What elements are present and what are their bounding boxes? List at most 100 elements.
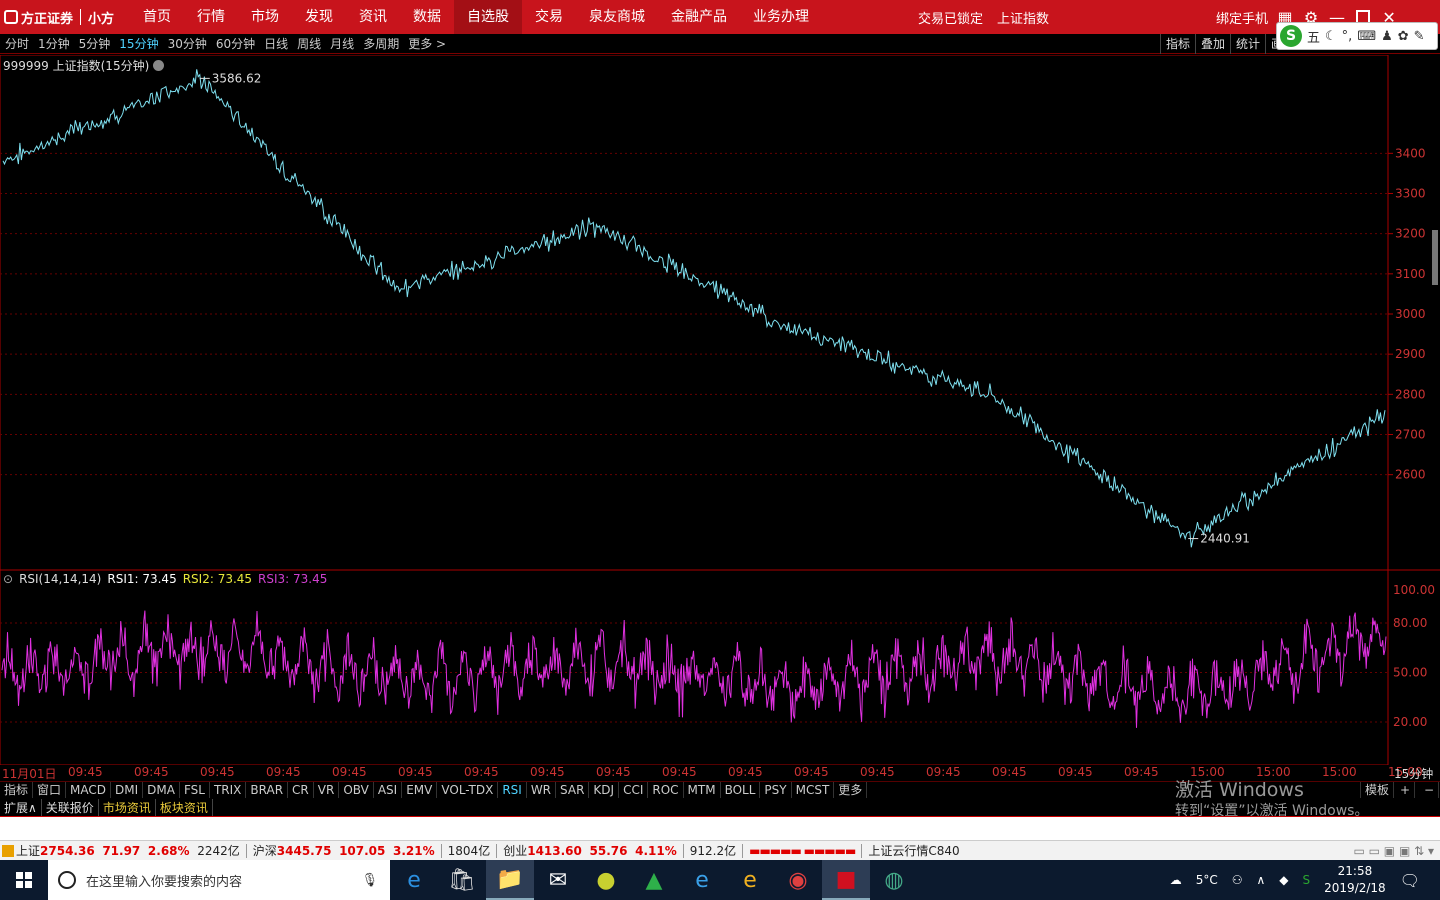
nav-mall[interactable]: 泉友商城 xyxy=(576,0,658,34)
nav-watchlist[interactable]: 自选股 xyxy=(454,0,522,34)
nav-trade[interactable]: 交易 xyxy=(522,0,576,34)
clock[interactable]: 21:58 2019/2/18 xyxy=(1324,863,1386,897)
indicator-button[interactable]: 指标 xyxy=(1160,34,1195,54)
template-button[interactable]: 模板 xyxy=(1360,782,1395,798)
windows-start-icon[interactable] xyxy=(0,860,48,900)
nav-quotes[interactable]: 行情 xyxy=(184,0,238,34)
status-tool-icons[interactable]: ▭ ▭ ▣ ▣ ⇅ ▾ xyxy=(1353,844,1434,858)
user-icon[interactable]: ♟ xyxy=(1381,29,1393,44)
ind-macd[interactable]: MACD xyxy=(66,782,112,798)
ind-rsi[interactable]: RSI xyxy=(498,782,527,798)
period-monthly[interactable]: 月线 xyxy=(325,35,358,52)
minus-icon[interactable]: − xyxy=(1420,782,1440,798)
ind-kdj[interactable]: KDJ xyxy=(589,782,620,798)
chevron-up-icon[interactable]: ∧ xyxy=(1257,873,1266,887)
ext-related[interactable]: 关联报价 xyxy=(42,798,99,816)
nav-finance[interactable]: 金融产品 xyxy=(658,0,740,34)
cloud-quote-label[interactable]: 上证云行情C840 xyxy=(868,842,959,859)
status-icon[interactable] xyxy=(2,844,14,857)
stats-button[interactable]: 统计 xyxy=(1230,34,1265,54)
ind-boll[interactable]: BOLL xyxy=(721,782,761,798)
cy-label[interactable]: 创业 xyxy=(503,842,527,859)
settings-circle-icon[interactable] xyxy=(153,60,165,71)
ind-vr[interactable]: VR xyxy=(314,782,340,798)
sogou-tray-icon[interactable]: S xyxy=(1303,873,1311,887)
edge-icon[interactable]: e xyxy=(390,860,438,900)
ext-expand[interactable]: 扩展∧ xyxy=(0,798,42,816)
ext-sector-news[interactable]: 板块资讯 xyxy=(156,798,213,816)
people-icon[interactable]: ⚇ xyxy=(1232,873,1243,887)
ie-icon[interactable]: e xyxy=(678,860,726,900)
nav-business[interactable]: 业务办理 xyxy=(740,0,822,34)
period-60min[interactable]: 60分钟 xyxy=(211,35,259,52)
ind-window[interactable]: 窗口 xyxy=(33,782,67,798)
period-more[interactable]: 更多 > xyxy=(403,35,450,52)
ind-fsl[interactable]: FSL xyxy=(180,782,210,798)
tool-icon[interactable]: ✎ xyxy=(1414,29,1425,44)
sogou-icon[interactable]: S xyxy=(1280,25,1302,47)
ext-market-news[interactable]: 市场资讯 xyxy=(99,798,156,816)
ind-asi[interactable]: ASI xyxy=(374,782,403,798)
ime-mode[interactable]: 五 xyxy=(1307,27,1320,46)
store-icon[interactable]: 🛍 xyxy=(438,860,486,900)
explorer-icon[interactable]: 📁 xyxy=(486,860,534,900)
weather-text[interactable]: 5°C xyxy=(1196,873,1218,887)
period-15min[interactable]: 15分钟 xyxy=(114,35,162,52)
period-5min[interactable]: 5分钟 xyxy=(74,35,115,52)
moon-icon[interactable]: ☾ xyxy=(1325,29,1337,44)
ind-roc[interactable]: ROC xyxy=(648,782,684,798)
ind-wr[interactable]: WR xyxy=(527,782,557,798)
period-multi[interactable]: 多周期 xyxy=(358,35,403,52)
nav-data[interactable]: 数据 xyxy=(400,0,454,34)
mic-icon[interactable]: 🎙 xyxy=(361,873,378,888)
ind-vol-tdx[interactable]: VOL-TDX xyxy=(437,782,499,798)
period-1min[interactable]: 1分钟 xyxy=(33,35,74,52)
nav-market[interactable]: 市场 xyxy=(238,0,292,34)
taskbar-search[interactable]: 在这里输入你要搜索的内容 🎙 xyxy=(48,860,390,900)
bind-phone-link[interactable]: 绑定手机 xyxy=(1216,8,1268,27)
ind-psy[interactable]: PSY xyxy=(760,782,792,798)
ind-trix[interactable]: TRIX xyxy=(210,782,247,798)
ind-indicator[interactable]: 指标 xyxy=(0,782,34,798)
fangzheng-app-icon[interactable]: ■ xyxy=(822,860,870,900)
sh-label[interactable]: 上证 xyxy=(16,842,40,859)
ind-cr[interactable]: CR xyxy=(288,782,314,798)
collapse-icon[interactable]: ⊙ xyxy=(3,572,13,586)
ind-emv[interactable]: EMV xyxy=(402,782,438,798)
ind-dmi[interactable]: DMI xyxy=(111,782,144,798)
keyboard-icon[interactable]: ⌨ xyxy=(1357,29,1376,44)
photo-icon[interactable]: ▲ xyxy=(630,860,678,900)
app-ball-icon[interactable]: ● xyxy=(582,860,630,900)
ind-mcst[interactable]: MCST xyxy=(792,782,835,798)
ind-cci[interactable]: CCI xyxy=(619,782,649,798)
period-30min[interactable]: 30分钟 xyxy=(163,35,211,52)
network-icon[interactable]: ◆ xyxy=(1279,873,1288,887)
notification-icon[interactable]: 🗨 xyxy=(1400,871,1420,890)
weather-icon[interactable]: ☁ xyxy=(1170,873,1182,887)
ind-obv[interactable]: OBV xyxy=(339,782,374,798)
ind-brar[interactable]: BRAR xyxy=(246,782,289,798)
nav-news[interactable]: 资讯 xyxy=(346,0,400,34)
skin-icon[interactable]: ✿ xyxy=(1398,29,1409,44)
globe-icon[interactable]: ◍ xyxy=(870,860,918,900)
punct-icon[interactable]: °, xyxy=(1342,29,1353,44)
nav-discover[interactable]: 发现 xyxy=(292,0,346,34)
ind-sar[interactable]: SAR xyxy=(556,782,590,798)
period-weekly[interactable]: 周线 xyxy=(292,35,325,52)
ime-toolbar[interactable]: S 五 ☾ °, ⌨ ♟ ✿ ✎ xyxy=(1276,22,1438,50)
chart-svg[interactable]: 3400 3300 3200 3100 3000 2900 2800 2700 2600 100.… xyxy=(0,54,1440,766)
trade-lock-status[interactable]: 交易已锁定 xyxy=(918,8,983,27)
index-name[interactable]: 上证指数 xyxy=(997,8,1049,27)
chrome-icon[interactable]: ◉ xyxy=(774,860,822,900)
overlay-button[interactable]: 叠加 xyxy=(1195,34,1230,54)
add-icon[interactable]: + xyxy=(1396,782,1416,798)
period-intraday[interactable]: 分时 xyxy=(0,35,33,52)
hs-label[interactable]: 沪深 xyxy=(253,842,277,859)
ind-mtm[interactable]: MTM xyxy=(684,782,721,798)
mail-icon[interactable]: ✉ xyxy=(534,860,582,900)
ie2-icon[interactable]: e xyxy=(726,860,774,900)
ind-more[interactable]: 更多 xyxy=(834,782,868,798)
chart-area[interactable]: 3400 3300 3200 3100 3000 2900 2800 2700 2600 100.… xyxy=(0,54,1440,766)
ind-dma[interactable]: DMA xyxy=(143,782,180,798)
period-daily[interactable]: 日线 xyxy=(259,35,292,52)
